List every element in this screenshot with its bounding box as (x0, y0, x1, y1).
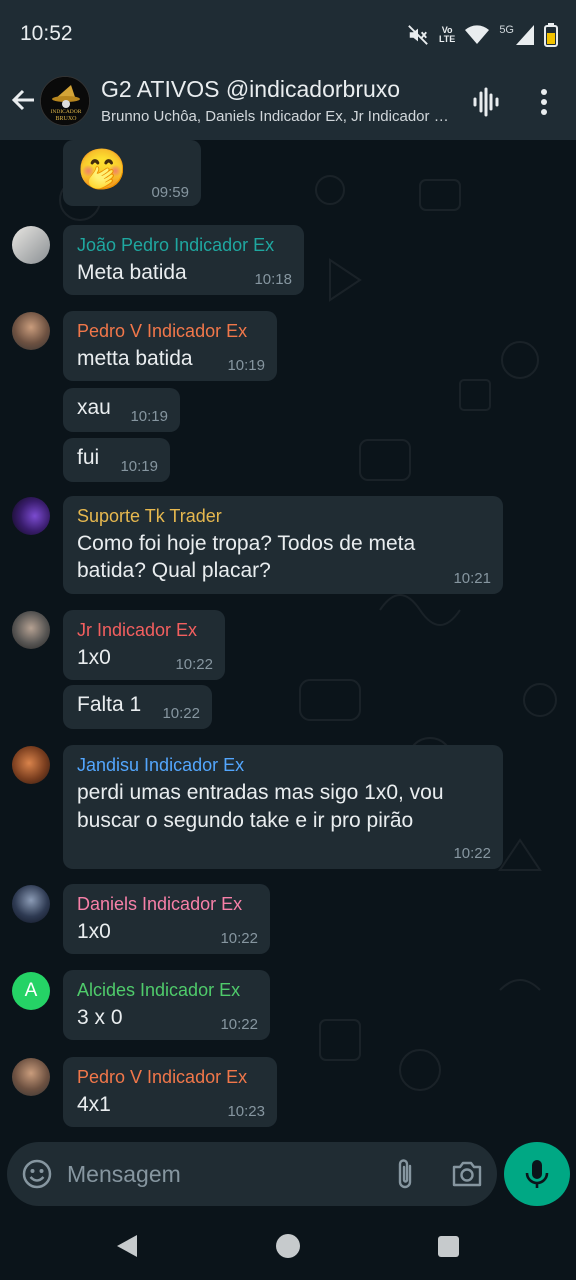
svg-text:INDICADOR: INDICADOR (51, 109, 82, 115)
status-icons: Vo LTE 5G (407, 22, 558, 48)
message-text: 1x0 (77, 920, 111, 943)
message-text: metta batida (77, 347, 193, 370)
message-time: 10:22 (162, 705, 200, 722)
avatar[interactable] (12, 226, 50, 264)
avatar[interactable] (12, 611, 50, 649)
message-time: 10:22 (175, 656, 213, 673)
back-arrow-icon[interactable] (8, 84, 40, 116)
avatar[interactable] (12, 746, 50, 784)
avatar[interactable] (12, 885, 50, 923)
nav-home-icon[interactable] (276, 1234, 300, 1258)
sender-name[interactable]: João Pedro Indicador Ex (77, 235, 274, 256)
chat-participants[interactable]: Brunno Uchôa, Daniels Indicador Ex, Jr I… (101, 108, 453, 125)
nav-back-icon[interactable] (116, 1234, 138, 1258)
sender-name[interactable]: Jr Indicador Ex (77, 620, 197, 641)
wizard-logo-icon: INDICADOR BRUXO (41, 77, 89, 125)
message-text: 1x0 (77, 646, 111, 669)
message-bubble[interactable]: fui 10:19 (63, 438, 170, 482)
composer-bar (7, 1142, 497, 1206)
message-text: batida? Qual placar? (77, 559, 271, 582)
message-text: Como foi hoje tropa? Todos de meta (77, 532, 416, 555)
message-text: fui (77, 446, 100, 469)
avatar[interactable] (12, 497, 50, 535)
message-text: Meta batida (77, 261, 187, 284)
message-time: 10:23 (227, 1103, 265, 1120)
more-options-icon[interactable] (532, 86, 556, 118)
message-time: 10:19 (120, 458, 158, 475)
mute-icon (408, 25, 428, 45)
message-time: 10:21 (453, 570, 491, 587)
sender-name[interactable]: Alcides Indicador Ex (77, 980, 240, 1001)
message-text: 🤭 (77, 148, 127, 192)
message-text: perdi umas entradas mas sigo 1x0, vou (77, 781, 444, 804)
battery-icon (544, 23, 558, 47)
microphone-button[interactable] (504, 1142, 570, 1206)
message-time: 10:22 (453, 845, 491, 862)
svg-text:BRUXO: BRUXO (55, 116, 77, 122)
avatar[interactable] (12, 1058, 50, 1096)
status-time: 10:52 (20, 22, 73, 45)
system-nav-bar (0, 1212, 576, 1280)
group-avatar[interactable]: INDICADOR BRUXO (40, 76, 90, 126)
message-bubble[interactable]: Pedro V Indicador Ex metta batida 10:19 (63, 311, 277, 381)
sender-name[interactable]: Suporte Tk Trader (77, 506, 222, 527)
message-time: 10:18 (254, 271, 292, 288)
message-bubble[interactable]: xau 10:19 (63, 388, 180, 432)
sender-name[interactable]: Daniels Indicador Ex (77, 894, 242, 915)
message-time: 10:22 (220, 930, 258, 947)
message-text: 4x1 (77, 1093, 111, 1116)
message-bubble[interactable]: Alcides Indicador Ex 3 x 0 10:22 (63, 970, 270, 1040)
message-text: buscar o segundo take e ir pro pirão (77, 809, 414, 832)
message-bubble[interactable]: Falta 1 10:22 (63, 685, 212, 729)
message-bubble[interactable]: 🤭 09:59 (63, 140, 201, 206)
message-bubble[interactable]: Jandisu Indicador Ex perdi umas entradas… (63, 745, 503, 869)
paperclip-icon[interactable] (390, 1156, 422, 1192)
status-bar: 10:52 Vo LTE 5G (0, 0, 576, 68)
wifi-icon (465, 25, 490, 44)
network-type: 5G (499, 24, 514, 36)
voice-call-icon[interactable] (470, 86, 502, 118)
message-time: 09:59 (151, 184, 189, 201)
signal-icon (516, 25, 534, 45)
message-bubble[interactable]: João Pedro Indicador Ex Meta batida 10:1… (63, 225, 304, 295)
volte-icon: Vo LTE (438, 25, 456, 44)
emoji-icon[interactable] (21, 1158, 53, 1190)
sender-name[interactable]: Jandisu Indicador Ex (77, 755, 244, 776)
avatar[interactable] (12, 312, 50, 350)
message-time: 10:19 (227, 357, 265, 374)
microphone-icon (525, 1160, 549, 1188)
avatar-letter: A (24, 980, 38, 1001)
avatar[interactable]: A (12, 972, 50, 1010)
message-bubble[interactable]: Jr Indicador Ex 1x0 10:22 (63, 610, 225, 680)
message-bubble[interactable]: Pedro V Indicador Ex 4x1 10:23 (63, 1057, 277, 1127)
message-text: 3 x 0 (77, 1006, 123, 1029)
sender-name[interactable]: Pedro V Indicador Ex (77, 321, 247, 342)
chat-header: INDICADOR BRUXO G2 ATIVOS @indicadorbrux… (0, 68, 576, 140)
message-time: 10:19 (130, 408, 168, 425)
message-input[interactable] (67, 1156, 377, 1192)
chat-title[interactable]: G2 ATIVOS @indicadorbruxo (101, 76, 400, 103)
camera-icon[interactable] (450, 1158, 484, 1190)
message-text: Falta 1 (77, 693, 142, 716)
sender-name[interactable]: Pedro V Indicador Ex (77, 1067, 247, 1088)
message-text: xau (77, 396, 111, 419)
chat-area[interactable]: 🤭 09:59 João Pedro Indicador Ex Meta bat… (0, 140, 576, 1140)
message-time: 10:22 (220, 1016, 258, 1033)
nav-recents-icon[interactable] (438, 1236, 459, 1257)
message-bubble[interactable]: Suporte Tk Trader Como foi hoje tropa? T… (63, 496, 503, 594)
message-bubble[interactable]: Daniels Indicador Ex 1x0 10:22 (63, 884, 270, 954)
